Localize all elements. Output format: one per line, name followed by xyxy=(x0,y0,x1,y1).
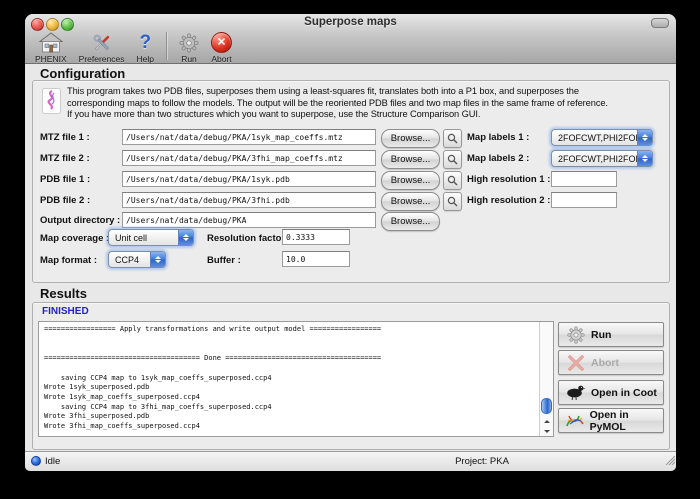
open-in-pymol-button[interactable]: Open in PyMOL xyxy=(558,408,664,433)
buffer-input[interactable] xyxy=(282,251,350,267)
pdb-file-1-label: PDB file 1 : xyxy=(40,174,90,185)
map-labels-2-label: Map labels 2 : xyxy=(467,153,529,164)
preferences-label: Preferences xyxy=(79,54,125,64)
pdb-file-1-browse-button[interactable]: Browse... xyxy=(381,171,440,190)
run-button[interactable]: Run xyxy=(558,322,664,347)
titlebar[interactable]: Superpose maps xyxy=(25,14,676,31)
mtz-file-2-browse-button[interactable]: Browse... xyxy=(381,150,440,169)
scroll-down-button[interactable] xyxy=(540,426,553,436)
phenix-home-button[interactable]: PHENIX xyxy=(29,31,73,64)
tools-icon xyxy=(91,32,113,53)
magnifier-icon xyxy=(447,154,458,165)
program-description: This program takes two PDB files, superp… xyxy=(67,86,659,121)
gear-icon xyxy=(179,32,199,53)
high-resolution-1-input[interactable] xyxy=(551,171,617,187)
abort-label: Abort xyxy=(211,54,231,64)
project-label: Project: PKA xyxy=(422,456,542,467)
pdb-file-2-label: PDB file 2 : xyxy=(40,195,90,206)
preferences-button[interactable]: Preferences xyxy=(73,31,131,64)
high-resolution-2-label: High resolution 2 : xyxy=(467,195,550,206)
output-directory-browse-button[interactable]: Browse... xyxy=(381,212,440,231)
results-heading: Results xyxy=(40,286,87,301)
console-text[interactable]: ================= Apply transformations … xyxy=(39,322,540,436)
scroll-up-button[interactable] xyxy=(540,416,553,426)
dropdown-stepper-icon xyxy=(150,252,165,267)
abort-x-icon xyxy=(565,354,587,372)
phenix-label: PHENIX xyxy=(35,54,67,64)
dropdown-stepper-icon xyxy=(637,151,652,166)
mtz-file-1-input[interactable] xyxy=(122,129,376,145)
pdb-file-1-input[interactable] xyxy=(122,171,376,187)
console-scrollbar[interactable] xyxy=(539,322,553,436)
toolbar: PHENIX Preferences xyxy=(29,31,238,63)
pdb-file-2-browse-button[interactable]: Browse... xyxy=(381,192,440,211)
pdb-file-2-input[interactable] xyxy=(122,192,376,208)
pdb-file-1-inspect-button[interactable] xyxy=(443,171,462,190)
pdb-file-2-inspect-button[interactable] xyxy=(443,192,462,211)
high-resolution-1-label: High resolution 1 : xyxy=(467,174,550,185)
open-in-coot-button[interactable]: Open in Coot xyxy=(558,380,664,405)
status-bar: Idle Project: PKA xyxy=(25,451,676,471)
open-in-coot-label: Open in Coot xyxy=(591,387,657,399)
status-indicator-icon xyxy=(31,456,41,466)
toolbar-separator xyxy=(166,32,167,60)
pymol-ribbon-icon xyxy=(565,412,586,430)
status-state: Idle xyxy=(45,456,60,467)
run-button-label: Run xyxy=(591,329,611,341)
coot-bird-icon xyxy=(565,384,587,401)
map-labels-1-dropdown[interactable]: 2FOFCWT,PHI2FOF... xyxy=(551,129,653,146)
mtz-file-2-inspect-button[interactable] xyxy=(443,150,462,169)
abort-button-label: Abort xyxy=(591,357,619,369)
mtz-file-1-inspect-button[interactable] xyxy=(443,129,462,148)
status-badge: FINISHED xyxy=(42,306,89,317)
map-format-label: Map format : xyxy=(40,255,97,266)
abort-button: Abort xyxy=(558,350,664,375)
mtz-file-2-input[interactable] xyxy=(122,150,376,166)
help-button[interactable]: ? Help xyxy=(131,31,160,64)
buffer-label: Buffer : xyxy=(207,255,241,266)
map-coverage-label: Map coverage : xyxy=(40,233,109,244)
mtz-file-1-label: MTZ file 1 : xyxy=(40,132,90,143)
help-label: Help xyxy=(137,54,154,64)
dropdown-stepper-icon xyxy=(637,130,652,145)
high-resolution-2-input[interactable] xyxy=(551,192,617,208)
dropdown-stepper-icon xyxy=(178,230,193,245)
abort-icon: ✕ xyxy=(211,32,232,53)
home-icon xyxy=(39,32,63,53)
magnifier-icon xyxy=(447,133,458,144)
resize-grip[interactable] xyxy=(663,452,675,470)
magnifier-icon xyxy=(447,175,458,186)
help-icon: ? xyxy=(139,32,151,53)
window-chrome: Superpose maps PHENIX xyxy=(25,14,676,64)
map-labels-2-dropdown[interactable]: 2FOFCWT,PHI2FOF... xyxy=(551,150,653,167)
mtz-file-2-label: MTZ file 2 : xyxy=(40,153,90,164)
configuration-heading: Configuration xyxy=(40,66,125,81)
output-directory-label: Output directory : xyxy=(40,215,120,226)
map-coverage-dropdown[interactable]: Unit cell xyxy=(108,229,194,246)
mtz-file-1-browse-button[interactable]: Browse... xyxy=(381,129,440,148)
gear-icon xyxy=(565,326,587,344)
app-window: Superpose maps PHENIX xyxy=(25,14,676,471)
toolbar-toggle-button[interactable] xyxy=(651,18,669,28)
run-toolbar-button[interactable]: Run xyxy=(173,31,205,64)
resolution-factor-label: Resolution factor : xyxy=(207,233,291,244)
resolution-factor-input[interactable] xyxy=(282,229,350,245)
magnifier-icon xyxy=(447,196,458,207)
window-title: Superpose maps xyxy=(25,16,676,28)
scrollbar-thumb[interactable] xyxy=(541,398,552,414)
console-output[interactable]: ================= Apply transformations … xyxy=(38,321,554,437)
output-directory-input[interactable] xyxy=(122,212,376,228)
map-format-dropdown[interactable]: CCP4 xyxy=(108,251,166,268)
abort-toolbar-button[interactable]: ✕ Abort xyxy=(205,31,238,64)
run-label: Run xyxy=(181,54,197,64)
ribbon-structure-icon xyxy=(42,88,61,119)
open-in-pymol-label: Open in PyMOL xyxy=(590,409,663,433)
map-labels-1-label: Map labels 1 : xyxy=(467,132,529,143)
